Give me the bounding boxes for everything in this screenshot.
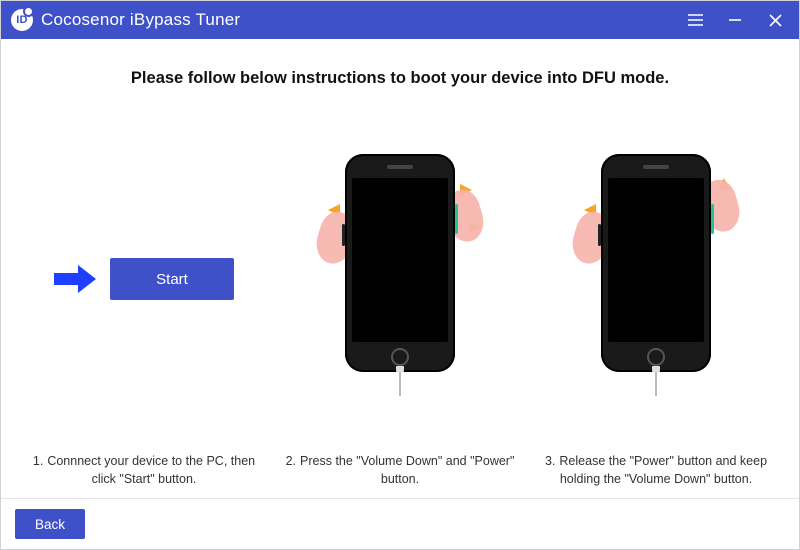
close-button[interactable]	[755, 1, 795, 39]
step-1-caption: 1.Connnect your device to the PC, then c…	[21, 452, 267, 490]
app-title: Cocosenor iBypass Tuner	[41, 10, 240, 30]
step-3: 3.Release the "Power" button and keep ho…	[533, 106, 779, 490]
cable-icon	[655, 372, 657, 396]
cable-icon	[399, 372, 401, 396]
title-bar: ID Cocosenor iBypass Tuner	[1, 1, 799, 39]
footer-bar: Back	[1, 498, 799, 549]
pointer-arrow-icon	[54, 264, 96, 294]
hamburger-icon	[688, 14, 703, 26]
step-1: Start 1.Connnect your device to the PC, …	[21, 106, 267, 490]
step-3-caption: 3.Release the "Power" button and keep ho…	[533, 452, 779, 490]
content-area: Please follow below instructions to boot…	[1, 39, 799, 498]
step-2-illustration	[277, 106, 523, 452]
back-button[interactable]: Back	[15, 509, 85, 539]
minimize-icon	[728, 13, 742, 27]
step-3-illustration	[533, 106, 779, 452]
close-icon	[769, 14, 782, 27]
phone-icon	[345, 154, 455, 372]
step-1-illustration: Start	[21, 106, 267, 452]
steps-row: Start 1.Connnect your device to the PC, …	[21, 106, 779, 490]
menu-button[interactable]	[675, 1, 715, 39]
page-headline: Please follow below instructions to boot…	[21, 69, 779, 88]
step-2-caption: 2.Press the "Volume Down" and "Power" bu…	[277, 452, 523, 490]
app-logo-icon: ID	[11, 9, 33, 31]
step-2: 2.Press the "Volume Down" and "Power" bu…	[277, 106, 523, 490]
app-window: ID Cocosenor iBypass Tuner Please follow…	[0, 0, 800, 550]
start-button[interactable]: Start	[110, 258, 234, 300]
minimize-button[interactable]	[715, 1, 755, 39]
phone-icon	[601, 154, 711, 372]
